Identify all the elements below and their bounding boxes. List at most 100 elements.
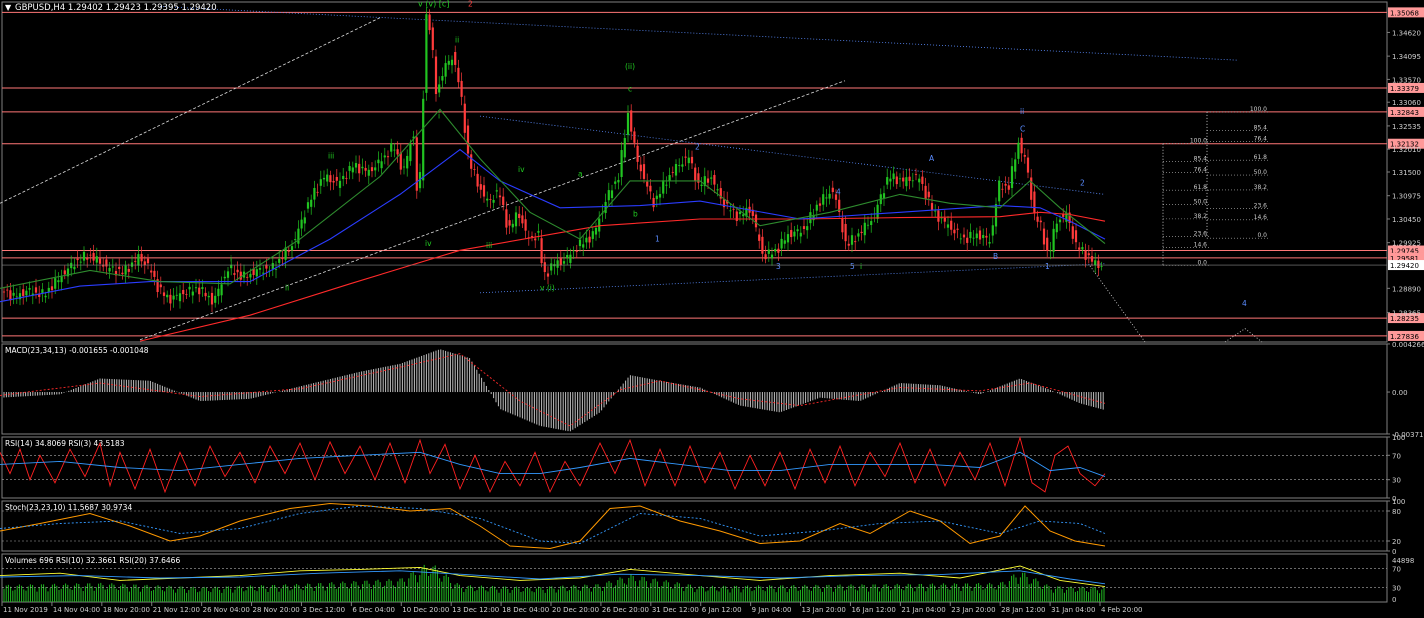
candle-body [358,163,361,174]
time-tick-label: 10 Dec 20:00 [402,606,449,614]
candle-body [1007,185,1010,190]
candle-body [79,261,82,263]
candle-body [578,239,582,247]
time-tick-label: 23 Jan 20:00 [951,606,995,614]
candle-body [1039,220,1042,223]
time-tick-label: 13 Jan 20:00 [802,606,846,614]
rsi-panel[interactable]: RSI(14) 34.8069 RSI(3) 43.518310070300 [0,434,1405,503]
candle-body [927,191,930,198]
candle-body [956,228,959,230]
volumes-panel[interactable]: Volumes 696 RSI(10) 32.3661 RSI(20) 37.6… [0,553,1414,604]
candle-body [774,248,777,252]
rsi-axis-tick-label: 30 [1392,477,1401,485]
wave-label: 3 [776,262,781,271]
candle-body [95,256,98,263]
candle-body [310,199,313,207]
candle-body [700,184,703,186]
candle-body [476,173,479,187]
candle-body [767,249,770,254]
moving-average [0,108,1106,289]
candle-body [1017,142,1020,159]
candle-body [569,254,572,263]
candle-body [898,178,902,180]
wave-label: 2 [468,0,473,8]
candle-body [582,244,585,248]
candle-body [492,199,495,203]
candle-body [988,242,991,244]
candle-body [617,179,620,183]
candle-body [1058,219,1062,223]
trend-line [1224,328,1263,343]
menu-chevron-icon[interactable]: ▼ [5,3,12,12]
candle-body [882,193,886,199]
trading-chart[interactable]: 1.350681.333791.328431.321321.297451.295… [0,0,1424,618]
wave-label: v (i) [540,284,555,293]
fib-level-label: 23.6 [1254,202,1268,209]
candle-body [777,248,780,253]
candle-body [274,269,278,270]
macd-panel[interactable]: MACD(23,34,13) -0.001655 -0.001048 0.0042… [0,341,1424,439]
candle-body [105,259,108,267]
candle-body [1026,157,1030,173]
candle-body [111,266,114,268]
candle-body [537,231,540,233]
candle-body [1010,166,1014,188]
candle-body [159,284,162,288]
candle-body [844,223,847,242]
candle-body [1081,247,1084,250]
candle-body [54,278,57,289]
candle-body [502,196,505,206]
level-price-label: 1.35068 [1390,9,1419,17]
wave-label: 5 [850,262,855,271]
candle-body [866,224,870,226]
time-tick-label: 18 Nov 20:00 [103,606,150,614]
candle-body [441,76,444,81]
candle-body [498,195,502,198]
candle-body [367,169,370,176]
candle-body [665,184,668,186]
price-panel[interactable]: 1.350681.333791.328431.321321.297451.295… [0,0,1424,343]
candle-body [345,177,348,179]
candle-body [978,230,982,240]
trend-line [1089,265,1146,343]
candle-body [463,103,466,133]
candle-body [678,165,681,166]
candle-body [50,286,54,291]
candle-body [140,253,143,262]
rsi-axis-tick-label: 70 [1392,452,1401,460]
candle-body [495,190,498,192]
candle-body [991,225,994,236]
candle-body [521,215,524,224]
candle-body [210,292,214,305]
candle-body [809,212,812,224]
candle-body [588,236,591,243]
candle-body [434,56,438,95]
fib-level-label: 61.8 [1254,154,1268,161]
candle-body [575,251,578,252]
candle-body [518,213,521,219]
candle-body [786,234,790,243]
candle-body [847,243,850,246]
candle-body [886,177,889,185]
candle-body [108,268,111,272]
candle-body [841,217,844,233]
candle-body [566,254,569,259]
price-axis-tick-label: 1.33570 [1392,76,1421,84]
candle-body [713,174,716,185]
candle-body [694,167,697,182]
candle-body [287,250,290,252]
stoch-panel[interactable]: Stoch(23,23,10) 11.5687 30.9734 100 80 20 0 [0,498,1405,556]
candle-body [806,226,809,231]
stoch-axis-tick-label: 80 [1392,508,1401,516]
candle-body [175,294,178,296]
candle-body [98,258,102,264]
time-tick-label: 21 Nov 12:00 [153,606,200,614]
moving-average [0,148,1106,303]
candle-body [966,237,969,243]
candle-body [354,163,358,168]
candle-body [790,229,793,238]
wave-label: 1 [655,234,660,243]
candle-body [374,167,377,171]
candle-body [860,231,863,234]
candle-body [911,180,914,182]
